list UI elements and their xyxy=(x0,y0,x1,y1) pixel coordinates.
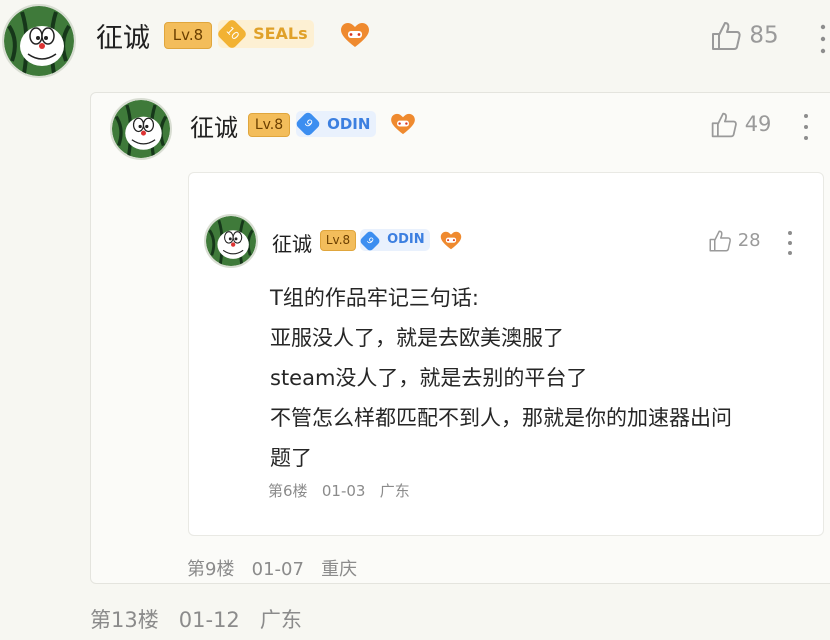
like-button[interactable]: 85 xyxy=(710,20,779,52)
post-date: 01-12 xyxy=(178,608,240,632)
author-name[interactable]: 征诚 xyxy=(272,228,312,257)
like-count: 28 xyxy=(737,230,761,251)
doraemon-watermelon-avatar xyxy=(206,216,256,266)
medal-level: 9 xyxy=(358,229,382,253)
level-badge: Lv.8 xyxy=(320,230,356,251)
post-date: 01-07 xyxy=(251,559,304,580)
comment-meta: 第9楼 01-07 重庆 xyxy=(187,555,357,581)
author-name[interactable]: 征诚 xyxy=(96,16,150,55)
level-badge: Lv.8 xyxy=(248,113,290,137)
seals-medal: 10 SEALs xyxy=(216,18,314,50)
thumbs-up-icon xyxy=(709,230,731,252)
game-heart-icon xyxy=(440,231,462,250)
content-line: 题了 xyxy=(270,446,312,470)
comment-meta: 第13楼 01-12 广东 xyxy=(90,604,302,634)
like-count: 85 xyxy=(749,22,779,49)
post-date: 01-03 xyxy=(321,482,366,500)
medal-name: ODIN xyxy=(387,232,425,247)
more-vertical-icon[interactable] xyxy=(816,22,830,56)
thumbs-up-icon xyxy=(712,22,741,50)
like-count: 49 xyxy=(744,112,772,136)
doraemon-watermelon-avatar xyxy=(112,100,170,158)
medal-level: 9 xyxy=(294,110,322,138)
doraemon-watermelon-avatar xyxy=(4,6,74,76)
ip-location: 重庆 xyxy=(321,559,358,580)
medal-name: SEALs xyxy=(253,24,308,43)
avatar[interactable] xyxy=(2,4,76,78)
avatar[interactable] xyxy=(110,98,172,160)
game-heart-icon xyxy=(390,113,416,135)
content-line: T组的作品牢记三句话: xyxy=(270,286,479,310)
more-vertical-icon[interactable] xyxy=(784,230,796,256)
ip-location: 广东 xyxy=(259,608,302,632)
more-vertical-icon[interactable] xyxy=(800,112,812,142)
like-button[interactable]: 49 xyxy=(710,111,771,139)
avatar[interactable] xyxy=(204,214,258,268)
level-badge: Lv.8 xyxy=(164,22,212,49)
floor-number: 第13楼 xyxy=(90,608,159,632)
game-heart-icon xyxy=(340,22,370,48)
ip-location: 广东 xyxy=(379,482,410,500)
floor-number: 第6楼 xyxy=(268,482,308,500)
content-line: 不管怎么样都匹配不到人，那就是你的加速器出问 xyxy=(270,406,732,430)
medal-level: 10 xyxy=(216,18,248,50)
odin-medal: 9 ODIN xyxy=(358,229,430,253)
comment-content: T组的作品牢记三句话: 亚服没人了，就是去欧美澳服了 steam没人了，就是去别… xyxy=(270,278,732,478)
content-line: steam没人了，就是去别的平台了 xyxy=(270,366,588,390)
comment-meta: 第6楼 01-03 广东 xyxy=(268,480,410,501)
odin-medal: 9 ODIN xyxy=(294,110,377,138)
floor-number: 第9楼 xyxy=(187,559,235,580)
author-name[interactable]: 征诚 xyxy=(190,108,238,143)
content-line: 亚服没人了，就是去欧美澳服了 xyxy=(270,326,564,350)
thumbs-up-icon xyxy=(711,112,737,138)
like-button[interactable]: 28 xyxy=(708,229,761,253)
medal-name: ODIN xyxy=(327,115,371,133)
